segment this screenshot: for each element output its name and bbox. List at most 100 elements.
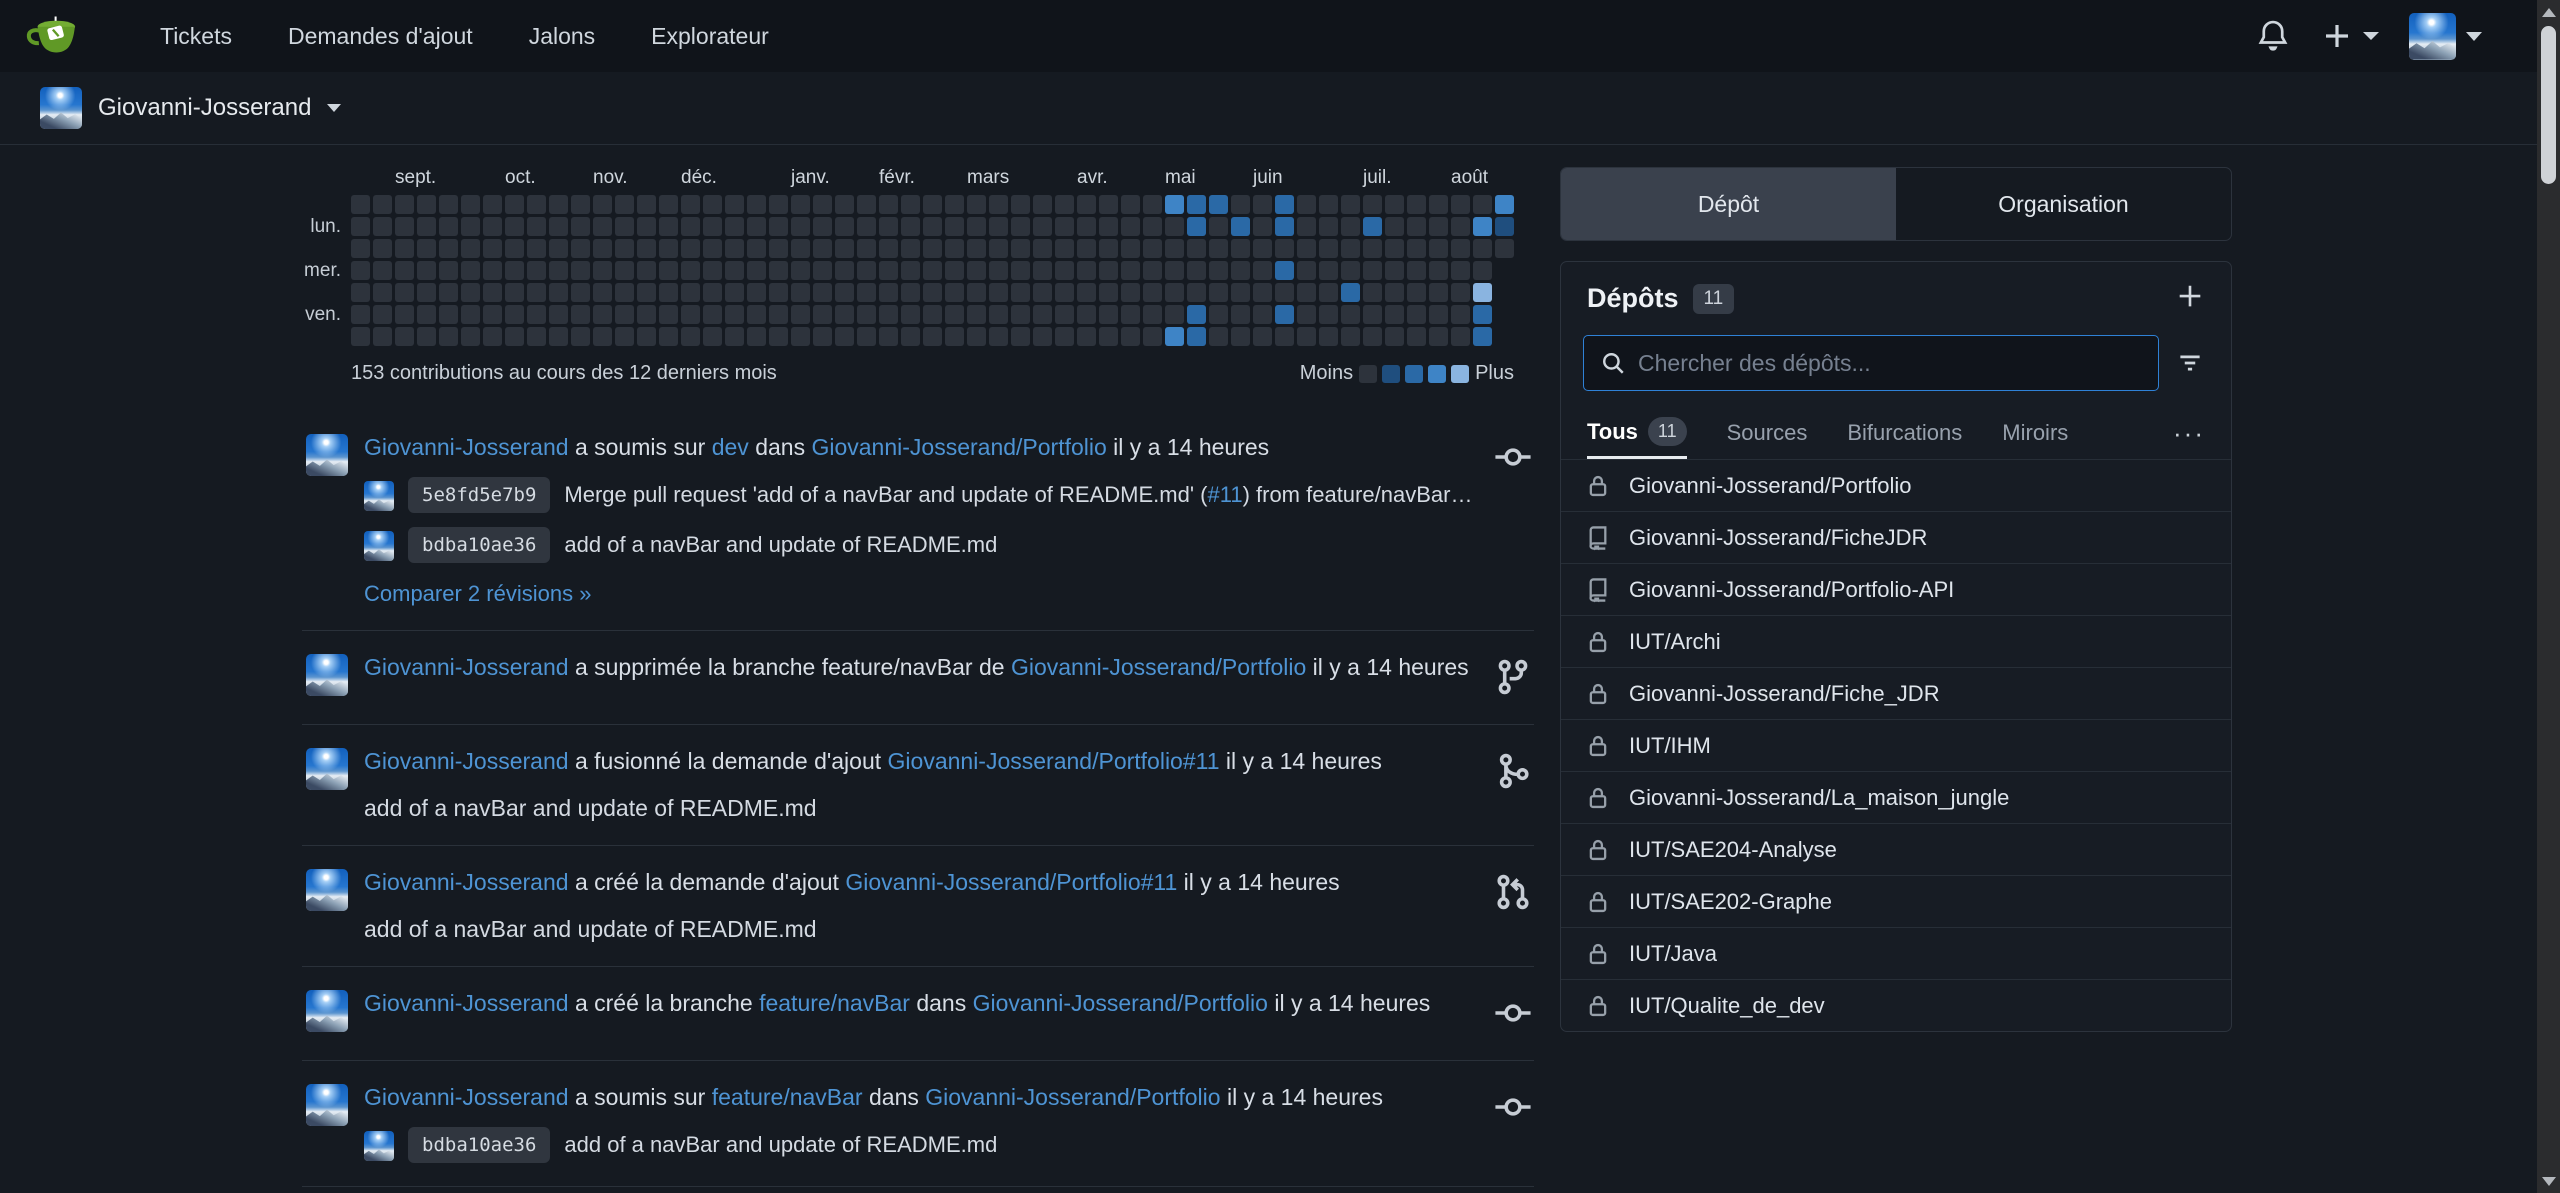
commit-hash-badge[interactable]: bdba10ae36: [408, 1127, 550, 1163]
heatmap-cell: [1297, 261, 1316, 280]
scrollbar-up-arrow[interactable]: [2537, 0, 2560, 24]
committer-avatar[interactable]: [364, 1131, 394, 1161]
commit-hash-badge[interactable]: 5e8fd5e7b9: [408, 477, 550, 513]
issue-link[interactable]: #11: [1207, 482, 1242, 507]
caret-down-icon: [2363, 32, 2379, 40]
heatmap-cell: [1385, 283, 1404, 302]
feed-entry-title: Giovanni-Josserand a soumis sur dev dans…: [364, 432, 1478, 463]
context-user-name[interactable]: Giovanni-Josserand: [98, 94, 311, 122]
heatmap-cell: [1341, 239, 1360, 258]
heatmap-cell: [1121, 305, 1140, 324]
repo-row[interactable]: Giovanni-Josserand/FicheJDR: [1561, 511, 2231, 563]
heatmap-cell: [725, 283, 744, 302]
repo-row[interactable]: Giovanni-Josserand/Fiche_JDR: [1561, 667, 2231, 719]
heatmap-cell: [879, 195, 898, 214]
committer-avatar[interactable]: [364, 481, 394, 511]
vertical-scrollbar[interactable]: [2537, 0, 2560, 1193]
heatmap-cell: [681, 327, 700, 346]
repo-row[interactable]: Giovanni-Josserand/La_maison_jungle: [1561, 771, 2231, 823]
actor-avatar[interactable]: [306, 748, 348, 790]
feed-title-link[interactable]: Giovanni-Josserand/Portfolio: [811, 434, 1106, 460]
heatmap-cell: [1121, 239, 1140, 258]
repo-filter-tab-tous[interactable]: Tous11: [1587, 407, 1687, 459]
heatmap-cell: [1275, 195, 1294, 214]
feed-entry-title: Giovanni-Josserand a soumis sur feature/…: [364, 1082, 1478, 1113]
scrollbar-down-arrow[interactable]: [2537, 1169, 2560, 1193]
feed-title-link[interactable]: Giovanni-Josserand: [364, 434, 569, 460]
repo-row[interactable]: IUT/Java: [1561, 927, 2231, 979]
feed-title-link[interactable]: feature/navBar: [712, 1084, 863, 1110]
actor-avatar[interactable]: [306, 434, 348, 476]
feed-title-link[interactable]: Giovanni-Josserand: [364, 1084, 569, 1110]
repo-row[interactable]: IUT/Archi: [1561, 615, 2231, 667]
repo-filter-tab-sources[interactable]: Sources: [1727, 407, 1808, 459]
tab-organisation[interactable]: Organisation: [1896, 168, 2231, 240]
repo-row[interactable]: IUT/SAE202-Graphe: [1561, 875, 2231, 927]
committer-avatar[interactable]: [364, 531, 394, 561]
repo-row[interactable]: Giovanni-Josserand/Portfolio: [1561, 459, 2231, 511]
commit-hash-badge[interactable]: bdba10ae36: [408, 527, 550, 563]
feed-title-link[interactable]: Giovanni-Josserand/Portfolio: [973, 990, 1268, 1016]
nav-item-demandes-d-ajout[interactable]: Demandes d'ajout: [264, 11, 497, 62]
commit-message-text: ) from feature/navBar into ...: [1243, 482, 1478, 507]
repo-filter-tab-miroirs[interactable]: Miroirs: [2002, 407, 2068, 459]
repo-filter-more-button[interactable]: ···: [2173, 418, 2205, 449]
heatmap-cell: [1187, 305, 1206, 324]
lock-icon: [1585, 837, 1611, 863]
feed-title-link[interactable]: dev: [712, 434, 749, 460]
add-repo-button[interactable]: [2175, 281, 2205, 316]
heatmap-cell: [901, 195, 920, 214]
heatmap-cell: [1055, 283, 1074, 302]
heatmap-cell: [1451, 195, 1470, 214]
repo-row[interactable]: IUT/SAE204-Analyse: [1561, 823, 2231, 875]
heatmap-cell: [857, 195, 876, 214]
feed-title-link[interactable]: Giovanni-Josserand: [364, 990, 569, 1016]
gitea-logo[interactable]: [26, 14, 78, 58]
feed-title-link[interactable]: Giovanni-Josserand/Portfolio: [925, 1084, 1220, 1110]
heatmap-cell: [1297, 195, 1316, 214]
heatmap-week-column: [461, 195, 480, 346]
caret-down-icon[interactable]: [327, 104, 341, 112]
actor-avatar[interactable]: [306, 1084, 348, 1126]
feed-title-link[interactable]: Giovanni-Josserand: [364, 869, 569, 895]
create-new-button[interactable]: [2313, 12, 2387, 60]
heatmap-cell: [505, 239, 524, 258]
feed-title-link[interactable]: Giovanni-Josserand/Portfolio#11: [845, 869, 1177, 895]
repo-filter-tab-bifurcations[interactable]: Bifurcations: [1847, 407, 1962, 459]
scrollbar-thumb[interactable]: [2541, 26, 2556, 184]
heatmap-week-column: [1011, 195, 1030, 346]
nav-item-jalons[interactable]: Jalons: [505, 11, 619, 62]
actor-avatar[interactable]: [306, 654, 348, 696]
feed-title-link[interactable]: Giovanni-Josserand: [364, 654, 569, 680]
heatmap-cell: [747, 283, 766, 302]
heatmap-cell: [747, 305, 766, 324]
heatmap-cell: [1319, 327, 1338, 346]
repo-search-input[interactable]: Chercher des dépôts...: [1583, 335, 2159, 391]
notifications-button[interactable]: [2247, 10, 2299, 62]
heatmap-cell: [1253, 217, 1272, 236]
repo-row[interactable]: IUT/Qualite_de_dev: [1561, 979, 2231, 1031]
user-menu-button[interactable]: [2401, 5, 2490, 68]
nav-item-tickets[interactable]: Tickets: [136, 11, 256, 62]
repo-row[interactable]: IUT/IHM: [1561, 719, 2231, 771]
actor-avatar[interactable]: [306, 869, 348, 911]
tab-depot[interactable]: Dépôt: [1561, 168, 1896, 240]
repo-row[interactable]: Giovanni-Josserand/Portfolio-API: [1561, 563, 2231, 615]
heatmap-cell: [1033, 217, 1052, 236]
heatmap-cell: [945, 261, 964, 280]
heatmap-cell: [1231, 261, 1250, 280]
feed-title-link[interactable]: Giovanni-Josserand: [364, 748, 569, 774]
heatmap-cell: [1451, 261, 1470, 280]
heatmap-cell: [615, 217, 634, 236]
legend-square: [1451, 365, 1469, 383]
repo-list: Giovanni-Josserand/PortfolioGiovanni-Jos…: [1561, 459, 2231, 1031]
feed-title-link[interactable]: feature/navBar: [759, 990, 910, 1016]
nav-item-explorateur[interactable]: Explorateur: [627, 11, 793, 62]
compare-commits-link[interactable]: Comparer 2 révisions »: [364, 581, 591, 607]
feed-title-link[interactable]: Giovanni-Josserand/Portfolio: [1011, 654, 1306, 680]
repo-filter-button[interactable]: [2159, 335, 2221, 391]
heatmap-cell: [659, 327, 678, 346]
feed-title-link[interactable]: Giovanni-Josserand/Portfolio#11: [888, 748, 1220, 774]
bell-icon: [2255, 18, 2291, 54]
actor-avatar[interactable]: [306, 990, 348, 1032]
